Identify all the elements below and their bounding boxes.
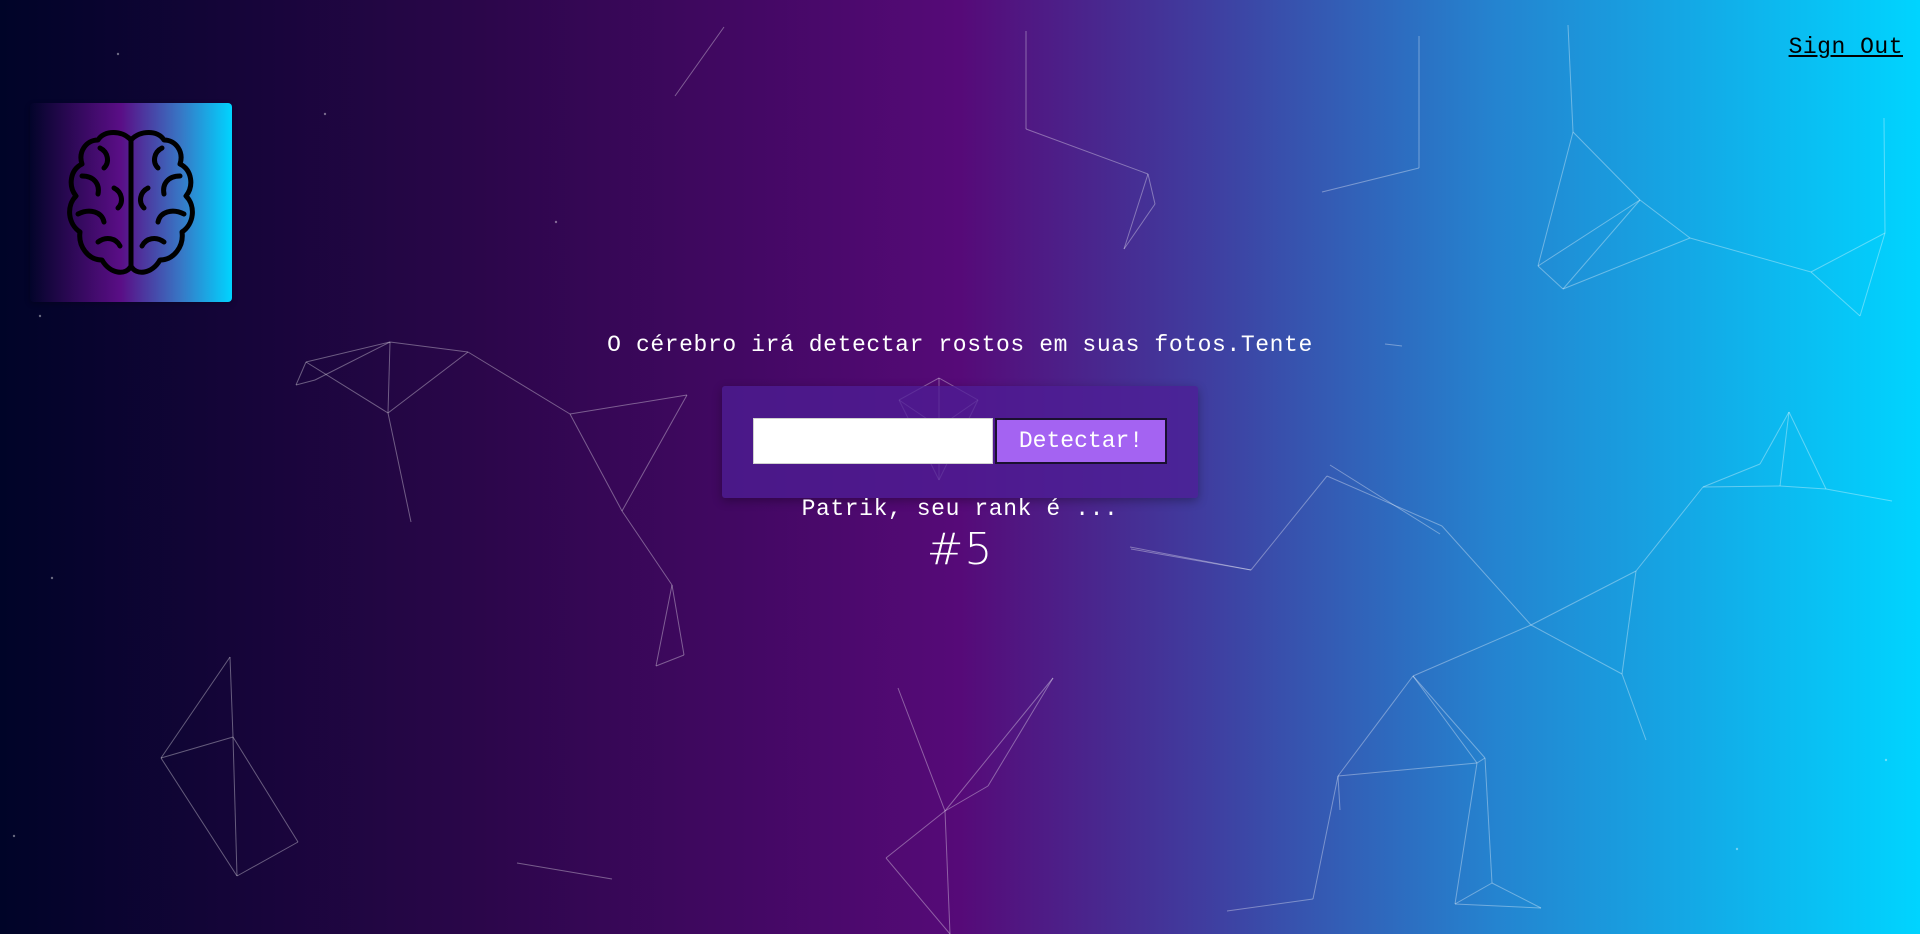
particle-link: [655, 654, 685, 667]
particle-link: [1454, 882, 1493, 905]
top-nav: Sign Out: [1789, 34, 1903, 60]
particle-link: [1491, 882, 1542, 909]
particle-link: [944, 810, 951, 934]
image-url-input[interactable]: [753, 418, 993, 464]
particle-link: [516, 862, 613, 880]
particle-link: [1484, 757, 1493, 884]
particle-link: [1859, 232, 1886, 317]
particle-link: [1702, 463, 1761, 488]
particle-link: [1412, 675, 1486, 759]
particle-dot: [50, 576, 54, 580]
particle-link: [671, 584, 685, 656]
particle-link: [1454, 762, 1478, 905]
particle-dot: [12, 834, 16, 838]
particle-link: [1123, 203, 1156, 250]
rank-value: #5: [926, 524, 994, 575]
particle-link: [295, 379, 316, 386]
particle-link: [1572, 131, 1641, 201]
particle-link: [1412, 675, 1478, 764]
particle-link: [232, 736, 299, 843]
particle-link: [944, 785, 989, 812]
particle-link: [621, 394, 688, 512]
particle-link: [1702, 485, 1781, 488]
particle-link: [1810, 271, 1861, 317]
particle-dot: [38, 314, 42, 318]
particle-link: [160, 757, 238, 877]
detect-form-panel: Detectar!: [722, 386, 1198, 498]
logo-card[interactable]: [30, 103, 232, 302]
particle-link: [160, 736, 234, 759]
particle-link: [1147, 173, 1156, 205]
particle-link: [1567, 24, 1574, 133]
particle-link: [387, 351, 469, 414]
particle-link: [1321, 167, 1420, 193]
particle-link: [1337, 762, 1478, 777]
particle-link: [1779, 411, 1790, 487]
sign-out-link[interactable]: Sign Out: [1789, 34, 1903, 60]
particle-link: [1337, 675, 1414, 777]
particle-link: [885, 810, 946, 859]
headline-text: O cérebro irá detectar rostos em suas fo…: [607, 332, 1313, 358]
particle-link: [1337, 775, 1341, 811]
particle-dot: [1735, 847, 1739, 851]
particle-link: [1412, 624, 1532, 677]
particle-link: [1689, 237, 1812, 273]
particle-link: [1123, 173, 1149, 250]
particle-link: [1530, 570, 1637, 626]
particle-link: [1621, 570, 1637, 675]
rank-text: Patrik, seu rank é ...: [801, 496, 1119, 522]
particle-link: [944, 677, 1054, 812]
particle-link: [1759, 411, 1790, 465]
particle-link: [232, 736, 238, 877]
particle-link: [1562, 237, 1691, 290]
particle-link: [467, 351, 571, 415]
particle-link: [897, 687, 946, 812]
particle-link: [1537, 265, 1564, 290]
particle-link: [1621, 673, 1647, 741]
particle-link: [1530, 624, 1623, 675]
particle-link: [1562, 199, 1641, 290]
particle-link: [1476, 757, 1486, 764]
particle-link: [305, 361, 389, 414]
particle-dot: [554, 220, 558, 224]
particle-dot: [1884, 758, 1888, 762]
particle-link: [1537, 131, 1574, 267]
particle-link: [1883, 117, 1886, 234]
particle-link: [1312, 775, 1339, 900]
particle-dot: [116, 52, 120, 56]
particle-link: [160, 656, 231, 759]
particle-link: [674, 26, 725, 97]
particle-link: [655, 584, 673, 667]
particle-link: [229, 656, 234, 738]
particle-link: [569, 394, 688, 415]
particle-link: [1226, 898, 1314, 912]
particle-link: [1779, 485, 1827, 490]
particle-link: [1454, 903, 1542, 909]
detect-button[interactable]: Detectar!: [995, 418, 1167, 464]
particle-link: [987, 677, 1054, 787]
particle-link: [1810, 232, 1886, 273]
particle-link: [295, 361, 307, 386]
particle-link: [885, 857, 951, 934]
particle-link: [1025, 128, 1149, 175]
particle-dot: [323, 112, 327, 116]
particle-link: [1537, 199, 1641, 267]
brain-icon: [67, 130, 195, 275]
particle-link: [1639, 199, 1691, 239]
particle-link: [236, 841, 299, 877]
particle-link: [1788, 411, 1827, 490]
